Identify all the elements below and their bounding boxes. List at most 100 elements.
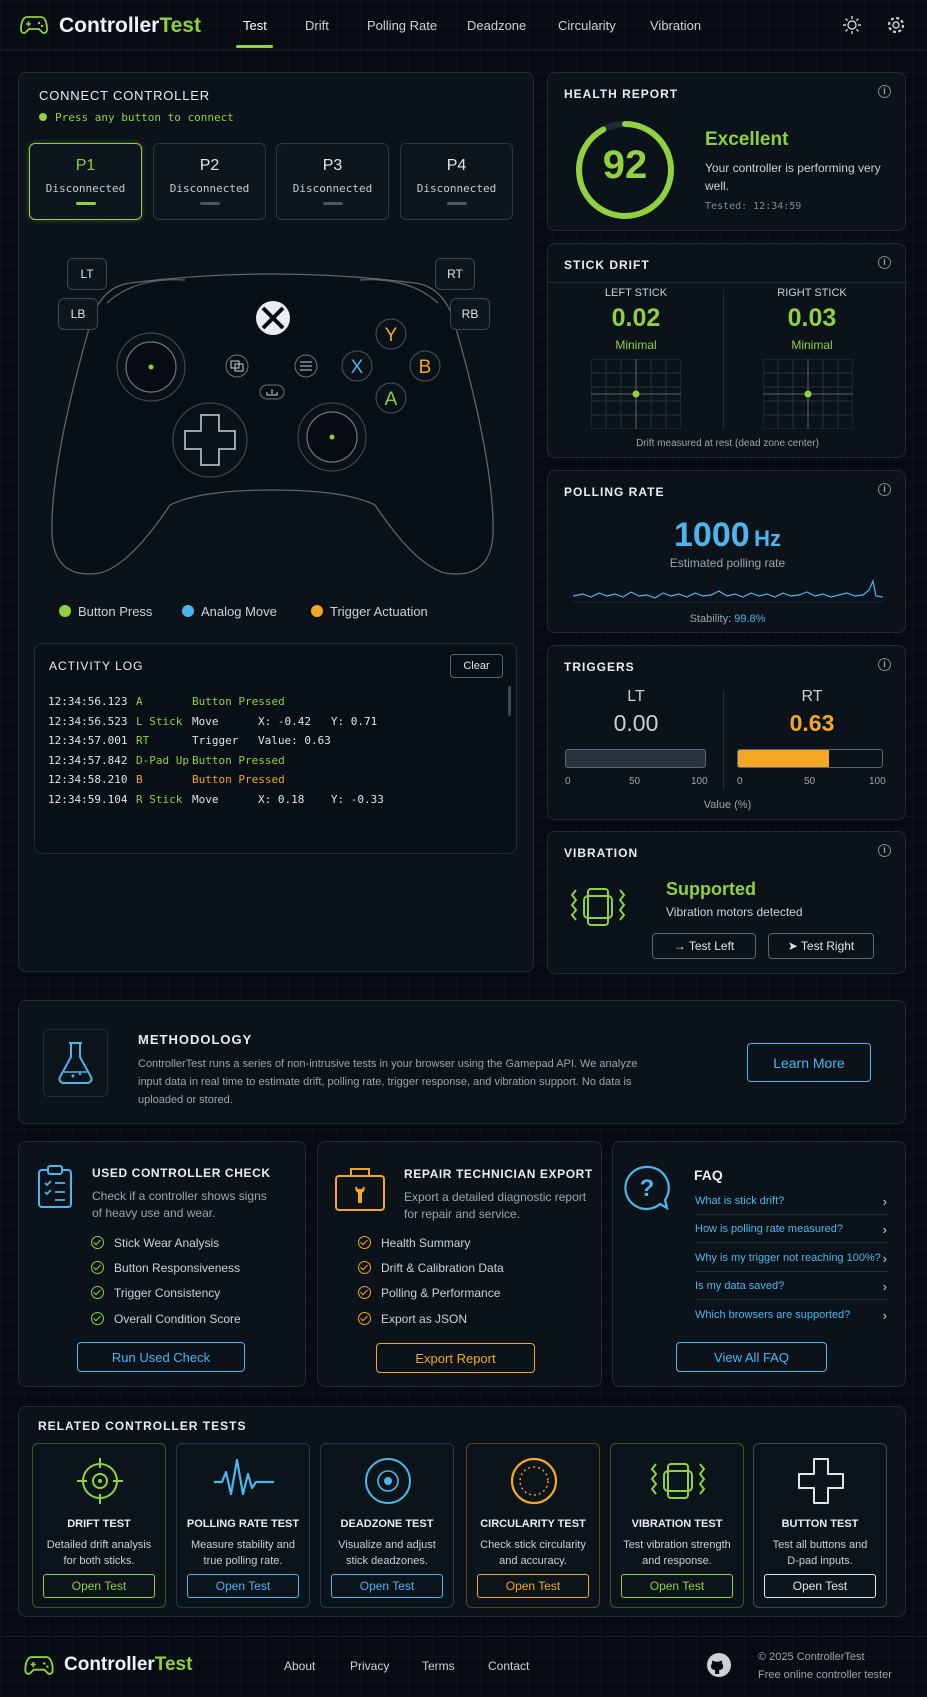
button-y[interactable]: Y [375, 318, 407, 350]
test-right-button[interactable]: ➤ Test Right [768, 933, 874, 959]
desc-line: stick deadzones. [346, 1555, 428, 1567]
faq-question: Is my data saved? [695, 1280, 785, 1292]
open-test-button[interactable]: Open Test [621, 1574, 733, 1598]
right-stick[interactable] [297, 402, 367, 472]
faq-item[interactable]: Why is my trigger not reaching 100%? › [695, 1251, 889, 1272]
info-icon[interactable]: i [878, 483, 891, 496]
polling-rate-test-card[interactable]: POLLING RATE TEST Measure stability and t… [176, 1443, 310, 1608]
open-test-button[interactable]: Open Test [331, 1574, 443, 1598]
footer-tagline: Free online controller tester [758, 1669, 892, 1681]
dpad[interactable] [172, 402, 248, 478]
github-icon[interactable] [706, 1652, 732, 1678]
faq-item[interactable]: Which browsers are supported? › [695, 1308, 889, 1328]
tab-drift[interactable]: Drift [305, 18, 329, 33]
log-scrollbar[interactable] [508, 686, 511, 716]
button-a[interactable]: A [375, 382, 407, 414]
button-test-card[interactable]: BUTTON TEST Test all buttons and D-pad in… [753, 1443, 887, 1608]
drift-test-card[interactable]: DRIFT TEST Detailed drift analysis for bo… [32, 1443, 166, 1608]
brand[interactable]: ControllerTest [59, 14, 201, 38]
vibration-icon [570, 888, 626, 926]
test-card-title: CIRCULARITY TEST [480, 1518, 586, 1530]
footer-link-about[interactable]: About [284, 1659, 315, 1673]
test-card-desc: Measure stability and true polling rate. [183, 1537, 303, 1569]
open-test-button[interactable]: Open Test [764, 1574, 876, 1598]
tab-polling-rate[interactable]: Polling Rate [367, 18, 437, 33]
related-title: RELATED CONTROLLER TESTS [38, 1419, 247, 1433]
footer-brand[interactable]: ControllerTest [64, 1654, 192, 1676]
info-icon[interactable]: i [878, 844, 891, 857]
feature-label: Trigger Consistency [114, 1286, 221, 1300]
tab-circularity[interactable]: Circularity [558, 18, 616, 33]
player-card-p4[interactable]: P4 Disconnected [400, 143, 513, 220]
button-a-label: A [385, 389, 398, 410]
info-icon[interactable]: i [878, 256, 891, 269]
tab-deadzone[interactable]: Deadzone [467, 18, 526, 33]
test-card-title: DEADZONE TEST [340, 1518, 434, 1530]
tab-test[interactable]: Test [243, 18, 267, 33]
log-text: Move [192, 715, 219, 728]
footer-link-contact[interactable]: Contact [488, 1659, 529, 1673]
legend-label: Button Press [78, 604, 153, 619]
player-card-p3[interactable]: P3 Disconnected [276, 143, 389, 220]
legend-swatch [311, 605, 323, 617]
triggers: TRIGGERS i LT 0.00 RT 0.63 0 50 100 0 50… [547, 645, 906, 820]
check-icon [91, 1312, 104, 1325]
export-report-button[interactable]: Export Report [376, 1343, 535, 1373]
methodology: METHODOLOGY ControllerTest runs a series… [18, 1000, 906, 1124]
desc-line: and response. [642, 1555, 712, 1567]
faq-item[interactable]: How is polling rate measured? › [695, 1222, 889, 1243]
dpad-icon [798, 1458, 844, 1504]
log-text: Move [192, 793, 219, 806]
tab-vibration[interactable]: Vibration [650, 18, 701, 33]
test-right-label: Test Right [800, 939, 855, 953]
lb-button[interactable]: LB [58, 298, 98, 330]
log-text: Trigger [192, 734, 239, 747]
button-x[interactable]: X [341, 350, 373, 382]
open-test-button[interactable]: Open Test [477, 1574, 589, 1598]
deadzone-test-card[interactable]: DEADZONE TEST Visualize and adjust stick … [320, 1443, 454, 1608]
feature-label: Export as JSON [381, 1312, 468, 1326]
footer-link-privacy[interactable]: Privacy [350, 1659, 389, 1673]
right-stick-level: Minimal [791, 338, 833, 352]
repair-desc-1: Export a detailed diagnostic report [404, 1190, 587, 1204]
polling-readout: 1000 Hz [548, 516, 907, 555]
sun-icon[interactable] [843, 16, 861, 34]
footer-link-terms[interactable]: Terms [422, 1659, 455, 1673]
rt-button[interactable]: RT [435, 258, 475, 290]
polling-rate: POLLING RATE i 1000 Hz Estimated polling… [547, 470, 906, 633]
left-stick[interactable] [116, 332, 186, 402]
feature-item: Drift & Calibration Data [358, 1261, 504, 1275]
open-test-button[interactable]: Open Test [187, 1574, 299, 1598]
rb-button[interactable]: RB [450, 298, 490, 330]
run-used-check-button[interactable]: Run Used Check [77, 1342, 245, 1372]
legend-swatch [182, 605, 194, 617]
clear-log-button[interactable]: Clear [450, 654, 503, 678]
faq-item[interactable]: What is stick drift? › [695, 1194, 889, 1215]
info-icon[interactable]: i [878, 85, 891, 98]
player-card-p1[interactable]: P1 Disconnected [29, 143, 142, 220]
feature-item: Stick Wear Analysis [91, 1236, 219, 1250]
gear-icon[interactable] [887, 16, 905, 34]
open-test-button[interactable]: Open Test [43, 1574, 155, 1598]
target-icon [365, 1458, 411, 1504]
learn-more-button[interactable]: Learn More [747, 1043, 871, 1082]
check-icon [91, 1236, 104, 1249]
triggers-axis-label: Value (%) [703, 799, 752, 811]
activity-log: ACTIVITY LOG Clear [34, 643, 517, 854]
right-stick-label: RIGHT STICK [777, 287, 847, 299]
test-left-button[interactable]: → Test Left [652, 933, 756, 959]
circularity-test-card[interactable]: CIRCULARITY TEST Check stick circularity… [466, 1443, 600, 1608]
vibration-test-card[interactable]: VIBRATION TEST Test vibration strength an… [610, 1443, 744, 1608]
faq-item[interactable]: Is my data saved? › [695, 1279, 889, 1300]
left-stick-value: 0.02 [611, 304, 661, 332]
drift-divider [548, 282, 907, 283]
check-icon [358, 1261, 371, 1274]
info-icon[interactable]: i [878, 658, 891, 671]
brand-part-b: Test [154, 1654, 193, 1675]
player-card-p2[interactable]: P2 Disconnected [153, 143, 266, 220]
feature-item: Button Responsiveness [91, 1261, 240, 1275]
button-b[interactable]: B [409, 350, 441, 382]
view-all-faq-button[interactable]: View All FAQ [676, 1342, 827, 1372]
lt-button[interactable]: LT [67, 258, 107, 290]
log-time: 12:34:58.210 [48, 773, 128, 786]
